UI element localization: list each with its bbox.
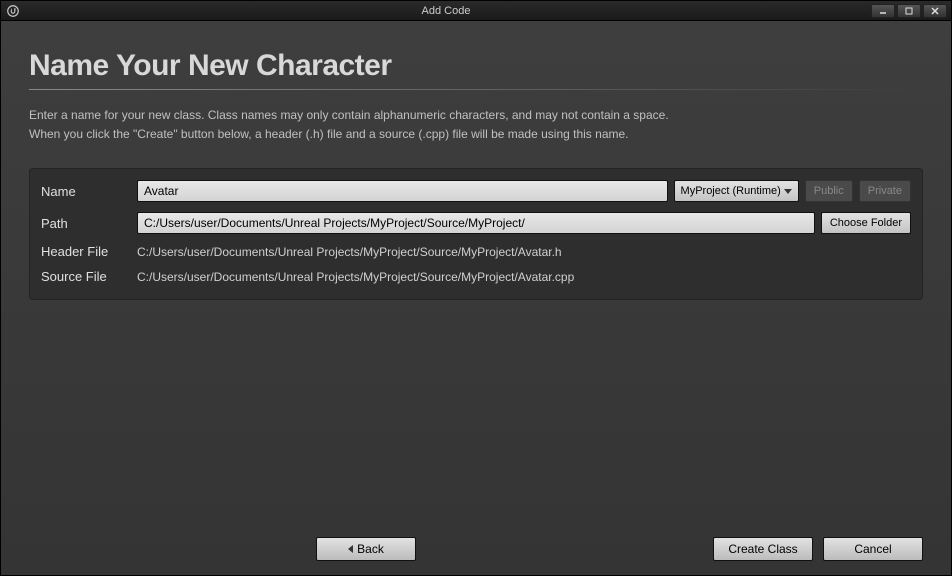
choose-folder-button[interactable]: Choose Folder [821,212,911,234]
create-class-button-label: Create Class [728,542,797,556]
public-button[interactable]: Public [805,180,853,202]
cancel-button[interactable]: Cancel [823,537,923,561]
heading-divider [29,89,923,90]
titlebar: Add Code [1,1,951,21]
private-button[interactable]: Private [859,180,911,202]
window-title: Add Code [21,5,871,17]
header-file-label: Header File [41,244,137,259]
description-text: Enter a name for your new class. Class n… [29,106,923,144]
close-button[interactable] [923,4,947,18]
center-button-group: Back [29,537,703,561]
back-button[interactable]: Back [316,537,416,561]
page-title: Name Your New Character [29,49,923,83]
path-row: Path Choose Folder [41,212,911,234]
spacer [29,300,923,527]
chevron-down-icon [784,189,792,194]
name-row: Name MyProject (Runtime) Public Private [41,180,911,202]
path-input[interactable] [137,212,815,234]
source-file-value: C:/Users/user/Documents/Unreal Projects/… [137,270,574,284]
module-dropdown[interactable]: MyProject (Runtime) [674,180,799,202]
source-file-label: Source File [41,269,137,284]
back-button-label: Back [357,542,384,556]
add-code-window: Add Code Name Your New Character Enter a… [0,0,952,576]
create-class-button[interactable]: Create Class [713,537,813,561]
description-line: Enter a name for your new class. Class n… [29,106,923,125]
maximize-button[interactable] [897,4,921,18]
name-label: Name [41,184,131,199]
cancel-button-label: Cancel [854,542,891,556]
window-controls [871,4,947,18]
header-file-value: C:/Users/user/Documents/Unreal Projects/… [137,245,562,259]
name-input[interactable] [137,180,668,202]
path-label: Path [41,216,131,231]
minimize-button[interactable] [871,4,895,18]
button-bar: Back Create Class Cancel [29,527,923,561]
unreal-logo-icon [5,3,21,19]
form-panel: Name MyProject (Runtime) Public Private … [29,168,923,300]
description-line: When you click the "Create" button below… [29,125,923,144]
source-file-row: Source File C:/Users/user/Documents/Unre… [41,269,911,284]
header-file-row: Header File C:/Users/user/Documents/Unre… [41,244,911,259]
window-body: Name Your New Character Enter a name for… [1,21,951,575]
module-dropdown-label: MyProject (Runtime) [681,185,781,197]
chevron-left-icon [348,545,353,553]
